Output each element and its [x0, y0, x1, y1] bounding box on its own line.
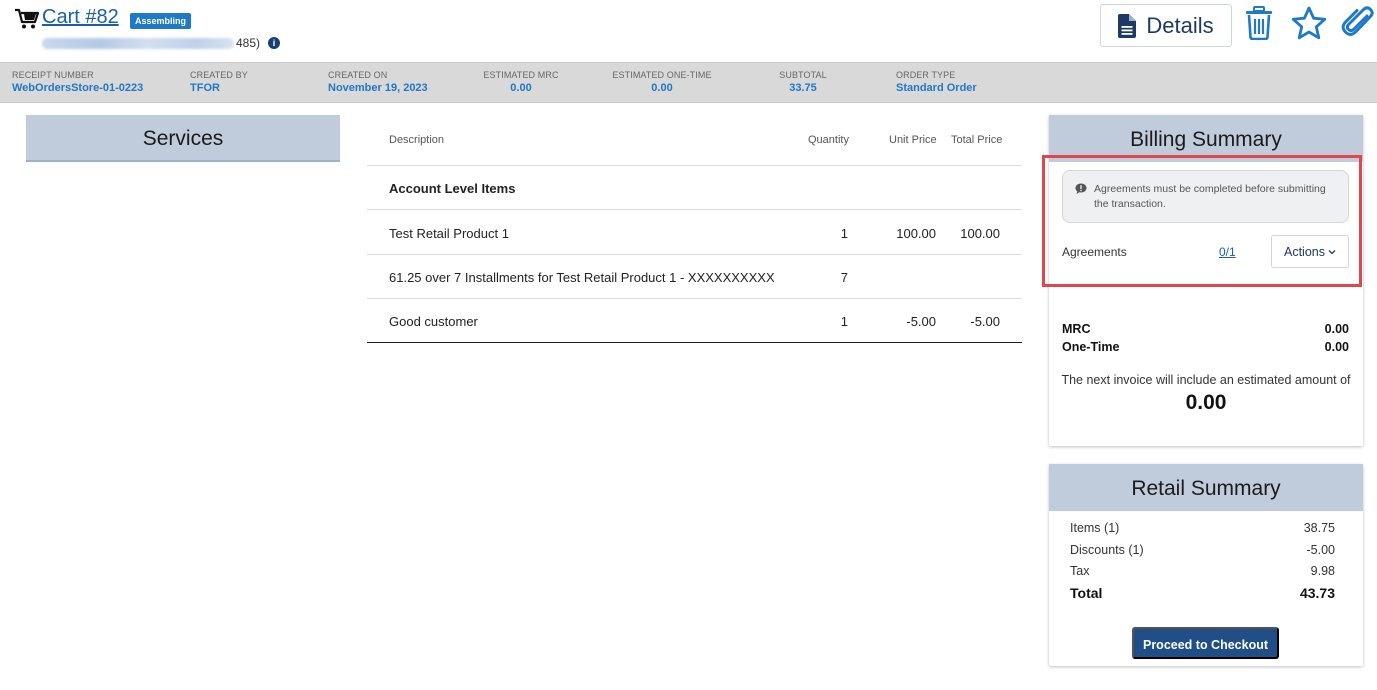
info-receipt-number: RECEIPT NUMBER WebOrdersStore-01-0223 — [12, 70, 143, 94]
info-label: RECEIPT NUMBER — [12, 70, 94, 80]
table-row: 61.25 over 7 Installments for Test Retai… — [367, 255, 1022, 299]
item-description: Test Retail Product 1 — [389, 226, 509, 241]
page-header: Cart #82 Assembling 485) i Details — [0, 0, 1377, 62]
trash-icon[interactable] — [1244, 6, 1274, 40]
item-total-price: -5.00 — [970, 314, 1000, 329]
column-unit-price: Unit Price — [889, 134, 937, 146]
info-icon[interactable]: i — [268, 37, 281, 49]
proceed-to-checkout-button[interactable]: Proceed to Checkout — [1132, 627, 1279, 659]
info-order-type: ORDER TYPE Standard Order — [896, 70, 977, 94]
details-label: Details — [1146, 12, 1214, 38]
info-value: November 19, 2023 — [328, 82, 428, 94]
cart-title-link[interactable]: Cart #82 — [42, 6, 119, 29]
retail-label: Items (1) — [1070, 521, 1120, 535]
group-row: Account Level Items — [367, 166, 1022, 210]
item-unit-price: -5.00 — [906, 314, 936, 329]
info-label: ORDER TYPE — [896, 70, 956, 80]
info-value: 33.75 — [789, 82, 817, 94]
column-total-price: Total Price — [951, 134, 1003, 146]
mrc-label: MRC — [1062, 322, 1091, 336]
info-estimated-onetime: ESTIMATED ONE-TIME 0.00 — [604, 70, 720, 94]
info-label: CREATED BY — [190, 70, 248, 80]
item-unit-price: 100.00 — [896, 226, 936, 241]
item-total-price: 100.00 — [960, 226, 1000, 241]
info-value: 0.00 — [510, 82, 532, 94]
info-label: ESTIMATED MRC — [483, 70, 559, 80]
retail-value: 38.75 — [1303, 521, 1335, 535]
info-value: WebOrdersStore-01-0223 — [12, 82, 144, 94]
next-invoice-text: The next invoice will include an estimat… — [1061, 373, 1351, 387]
services-panel-title: Services — [26, 115, 340, 162]
paperclip-icon[interactable] — [1341, 4, 1375, 40]
shopping-cart-icon — [15, 8, 40, 29]
info-label: CREATED ON — [328, 70, 388, 80]
info-subtotal: SUBTOTAL 33.75 — [770, 70, 836, 94]
onetime-label: One-Time — [1062, 340, 1120, 354]
retail-summary-title: Retail Summary — [1049, 464, 1363, 511]
retail-row-tax: Tax 9.98 — [1070, 564, 1335, 578]
next-invoice-amount: 0.00 — [1185, 391, 1227, 414]
document-icon — [1118, 13, 1137, 38]
retail-label: Tax — [1070, 564, 1090, 578]
customer-line: 485) i — [42, 36, 281, 50]
retail-label: Discounts (1) — [1070, 543, 1144, 557]
table-row: Good customer 1 -5.00 -5.00 — [367, 299, 1022, 343]
retail-row-items: Items (1) 38.75 — [1070, 521, 1335, 535]
onetime-value: 0.00 — [1324, 340, 1349, 354]
highlight-frame — [1042, 155, 1362, 287]
info-label: SUBTOTAL — [779, 70, 827, 80]
group-title: Account Level Items — [389, 181, 516, 196]
details-button[interactable]: Details — [1100, 4, 1232, 47]
table-header-row: Description Quantity Unit Price Total Pr… — [367, 118, 1022, 166]
retail-value: 43.73 — [1299, 585, 1335, 601]
column-description: Description — [389, 134, 445, 146]
column-quantity: Quantity — [808, 134, 849, 146]
retail-label: Total — [1070, 585, 1103, 601]
retail-value: -5.00 — [1306, 543, 1336, 557]
status-badge: Assembling — [130, 13, 192, 29]
item-description: 61.25 over 7 Installments for Test Retai… — [389, 270, 775, 285]
info-value: TFOR — [190, 82, 220, 94]
star-icon[interactable] — [1291, 6, 1327, 40]
order-info-bar: RECEIPT NUMBER WebOrdersStore-01-0223 CR… — [0, 62, 1377, 103]
retail-row-discounts: Discounts (1) -5.00 — [1070, 543, 1335, 557]
customer-id-suffix: 485) — [236, 36, 261, 50]
mrc-value: 0.00 — [1324, 322, 1349, 336]
table-row: Test Retail Product 1 1 100.00 100.00 — [367, 210, 1022, 255]
info-estimated-mrc: ESTIMATED MRC 0.00 — [470, 70, 572, 94]
info-value: Standard Order — [896, 82, 977, 94]
retail-row-total: Total 43.73 — [1070, 585, 1335, 601]
info-label: ESTIMATED ONE-TIME — [612, 70, 712, 80]
item-quantity: 7 — [840, 270, 848, 285]
item-quantity: 1 — [840, 226, 848, 241]
item-description: Good customer — [389, 314, 478, 329]
redacted-customer-name — [42, 37, 234, 49]
retail-value: 9.98 — [1310, 564, 1335, 578]
item-quantity: 1 — [840, 314, 848, 329]
info-created-on: CREATED ON November 19, 2023 — [328, 70, 428, 94]
info-value: 0.00 — [651, 82, 673, 94]
info-created-by: CREATED BY TFOR — [190, 70, 248, 94]
